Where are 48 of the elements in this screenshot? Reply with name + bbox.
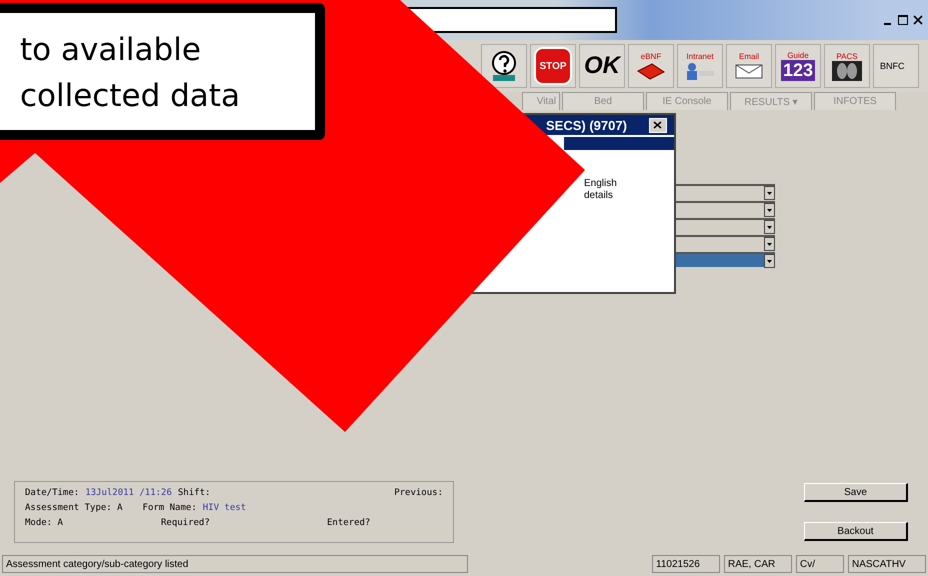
- tab[interactable]: INFOTES: [814, 92, 896, 110]
- label: Required?: [161, 518, 211, 528]
- toolbar-button[interactable]: Guide 123: [775, 44, 821, 88]
- callout-text: collected data: [20, 77, 241, 116]
- book-icon: [636, 60, 666, 80]
- dialog-text: details: [584, 190, 614, 202]
- close-icon[interactable]: [912, 14, 924, 26]
- value: 13Jul2011 /11:26: [85, 488, 172, 498]
- status-cell: 11021526: [652, 555, 720, 573]
- dropdown-arrow-icon: [767, 260, 772, 262]
- label: Form Name:: [142, 503, 197, 513]
- help-button[interactable]: [481, 44, 527, 88]
- label: Previous:: [394, 488, 443, 498]
- toolbar-button[interactable]: Intranet: [677, 44, 723, 88]
- label: Date/Time:: [25, 488, 80, 498]
- tab[interactable]: Vital: [522, 92, 560, 110]
- maximize-icon[interactable]: [897, 14, 909, 26]
- status-cell: Cv/: [796, 555, 844, 573]
- close-button[interactable]: [648, 118, 667, 132]
- label: Mode: A: [25, 518, 64, 528]
- tab[interactable]: Bed: [562, 92, 644, 110]
- toolbar-button[interactable]: PACS: [824, 44, 870, 88]
- label: Assessment Type: A: [25, 503, 123, 513]
- action-button[interactable]: Backout: [804, 522, 908, 541]
- status-cell: NASCATHV: [848, 555, 926, 573]
- label: Shift:: [178, 488, 210, 498]
- person-icon: [685, 60, 715, 80]
- action-button[interactable]: Save: [804, 483, 908, 502]
- dropdown-arrow-icon: [767, 208, 772, 212]
- tab[interactable]: RESULTS ▾: [730, 92, 812, 110]
- stop-button[interactable]: STOP: [530, 44, 576, 88]
- dropdown-arrow-icon: [767, 242, 772, 246]
- toolbar-button[interactable]: eBNF: [628, 44, 674, 88]
- tab[interactable]: IE Console: [646, 92, 728, 110]
- callout-text: to available: [20, 31, 202, 70]
- toolbar-button[interactable]: Email: [726, 44, 772, 88]
- status-cell: Assessment category/sub-category listed: [2, 555, 468, 573]
- status-cell: RAE, CAR: [724, 555, 792, 573]
- toolbar-button[interactable]: BNFC: [873, 44, 919, 88]
- dialog-title: SECS) (9707): [546, 118, 627, 132]
- dialog-text: English: [584, 178, 618, 190]
- xray-icon: [832, 60, 862, 80]
- close-icon: [653, 121, 662, 129]
- ok-button[interactable]: OK: [579, 44, 625, 88]
- label: Entered?: [327, 518, 370, 528]
- value: HIV test: [202, 503, 246, 513]
- dropdown-arrow-icon: [767, 192, 772, 194]
- dropdown-arrow-icon: [767, 226, 772, 228]
